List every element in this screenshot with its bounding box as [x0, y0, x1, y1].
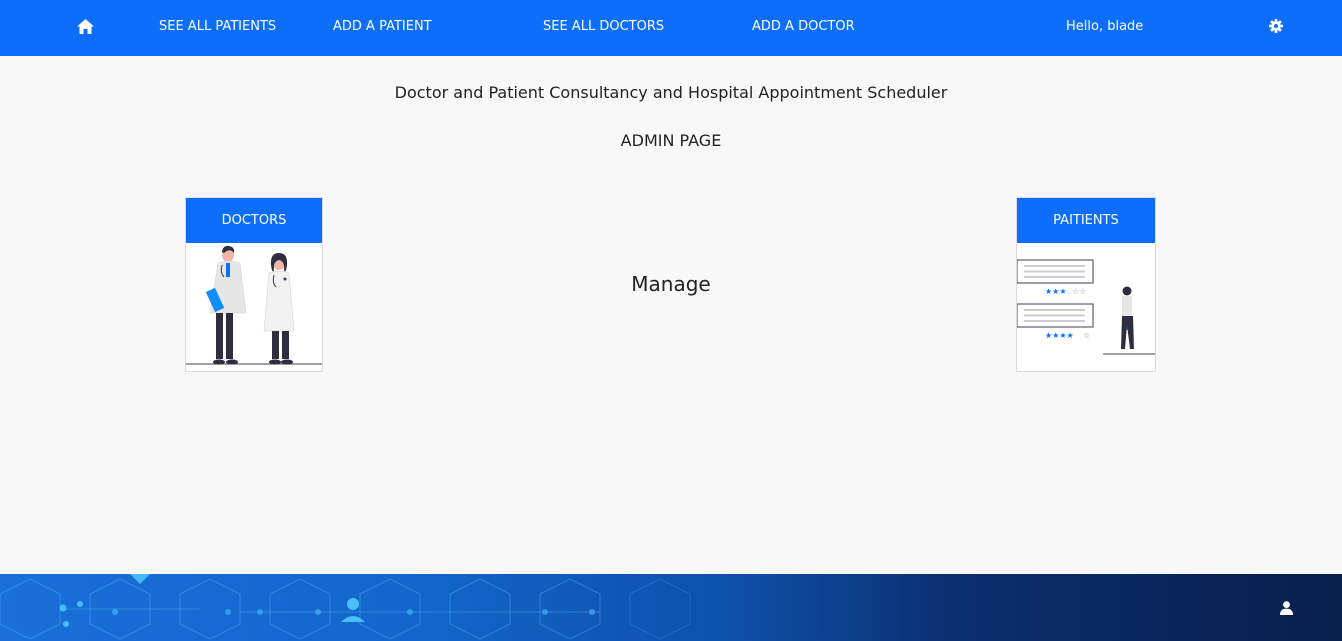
footer-banner: [0, 574, 1342, 641]
settings-button[interactable]: [1269, 0, 1285, 56]
svg-text:☆: ☆: [1083, 331, 1090, 340]
user-icon: [1280, 601, 1293, 615]
user-account-button[interactable]: [1280, 600, 1296, 616]
home-icon: [77, 19, 94, 34]
patients-card[interactable]: PAITIENTS ★★★ ☆☆ ★★★★ ☆: [1016, 197, 1156, 372]
nav-see-all-patients[interactable]: SEE ALL PATIENTS: [159, 0, 276, 56]
doctors-card[interactable]: DOCTORS: [185, 197, 323, 372]
medical-hexagon-network-banner: [0, 574, 691, 640]
svg-text:★★★★: ★★★★: [1045, 331, 1074, 340]
page-subtitle: ADMIN PAGE: [620, 131, 722, 150]
svg-text:☆☆: ☆☆: [1072, 287, 1086, 296]
svg-text:★★★: ★★★: [1045, 287, 1067, 296]
patients-card-header[interactable]: PAITIENTS: [1017, 198, 1155, 243]
user-greeting: Hello, blade: [1066, 19, 1144, 34]
nav-add-doctor[interactable]: ADD A DOCTOR: [752, 0, 855, 56]
doctors-illustration: [186, 243, 322, 375]
page-title: Doctor and Patient Consultancy and Hospi…: [394, 83, 948, 102]
doctors-card-header[interactable]: DOCTORS: [186, 198, 322, 243]
nav-see-all-doctors[interactable]: SEE ALL DOCTORS: [543, 0, 664, 56]
patients-review-illustration: ★★★ ☆☆ ★★★★ ☆: [1016, 243, 1155, 375]
nav-add-patient[interactable]: ADD A PATIENT: [333, 0, 432, 56]
top-navbar: SEE ALL PATIENTS ADD A PATIENT SEE ALL D…: [0, 0, 1342, 56]
home-button[interactable]: [77, 0, 95, 56]
gear-icon: [1269, 19, 1283, 33]
